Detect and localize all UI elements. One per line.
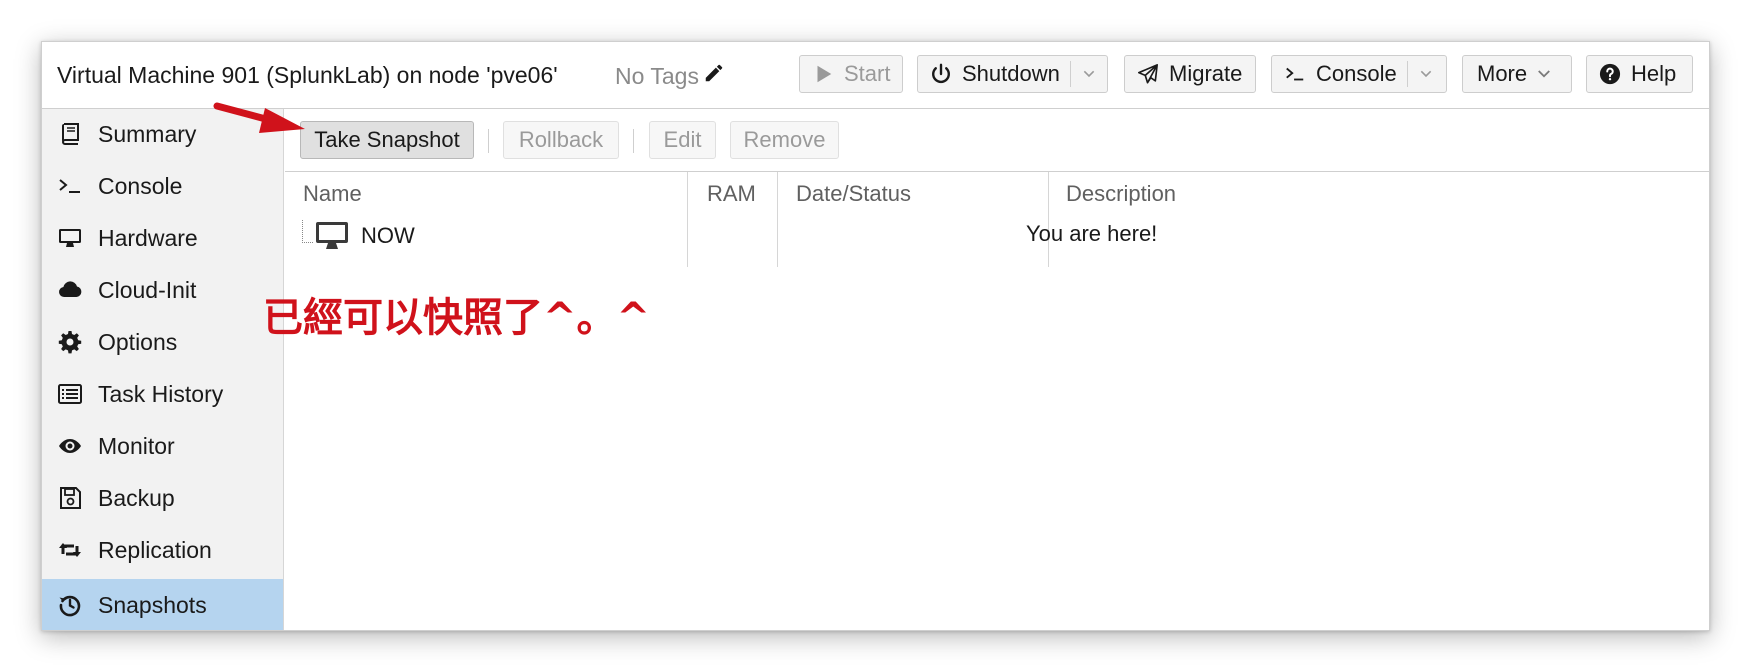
paper-plane-icon — [1137, 63, 1159, 85]
snapshot-description: You are here! — [1026, 221, 1158, 246]
pencil-icon[interactable] — [703, 62, 725, 90]
chevron-down-icon[interactable] — [1069, 61, 1107, 87]
retweet-icon — [58, 538, 82, 562]
sidebar-item-hardware[interactable]: Hardware — [42, 216, 283, 260]
more-button[interactable]: More — [1462, 55, 1572, 93]
help-button[interactable]: Help — [1586, 55, 1693, 93]
tags-area[interactable]: No Tags — [615, 62, 725, 90]
question-circle-icon — [1599, 63, 1621, 85]
console-button[interactable]: Console — [1271, 55, 1447, 93]
sidebar-item-backup[interactable]: Backup — [42, 476, 283, 520]
tags-label: No Tags — [615, 62, 699, 89]
column-header-name[interactable]: Name — [303, 172, 362, 216]
column-divider — [687, 172, 688, 267]
migrate-button[interactable]: Migrate — [1124, 55, 1256, 93]
column-header-description[interactable]: Description — [1066, 172, 1176, 216]
snapshot-toolbar: Take Snapshot Rollback Edit Remove — [285, 109, 1709, 172]
list-icon — [58, 382, 82, 406]
cloud-icon — [58, 278, 82, 302]
toolbar-separator — [633, 129, 634, 153]
shutdown-button[interactable]: Shutdown — [917, 55, 1108, 93]
chevron-down-icon — [1535, 65, 1553, 83]
book-icon — [58, 122, 82, 146]
sidebar-item-task-history[interactable]: Task History — [42, 372, 283, 416]
history-icon — [58, 593, 82, 617]
start-button[interactable]: Start — [799, 55, 903, 93]
column-divider — [1048, 172, 1049, 267]
column-divider — [777, 172, 778, 267]
column-header-date-status[interactable]: Date/Status — [796, 172, 911, 216]
power-icon — [930, 63, 952, 85]
sidebar-item-console[interactable]: Console — [42, 164, 283, 208]
edit-button[interactable]: Edit — [649, 121, 716, 159]
column-header-ram[interactable]: RAM — [707, 172, 756, 216]
snapshot-name: NOW — [361, 223, 415, 248]
sidebar-item-cloud-init[interactable]: Cloud-Init — [42, 268, 283, 312]
sidebar-item-monitor[interactable]: Monitor — [42, 424, 283, 468]
floppy-icon — [58, 486, 82, 510]
sidebar-item-options[interactable]: Options — [42, 320, 283, 364]
tree-connector — [302, 219, 313, 243]
vm-title: Virtual Machine 901 (SplunkLab) on node … — [57, 62, 558, 88]
sidebar-item-snapshots[interactable]: Snapshots — [42, 579, 283, 630]
terminal-icon — [1284, 63, 1306, 85]
annotation-text: 已經可以快照了^。^ — [263, 295, 651, 341]
eye-icon — [58, 434, 82, 458]
chevron-down-icon[interactable] — [1406, 61, 1444, 87]
desktop-icon — [58, 226, 82, 250]
table-row[interactable]: NOW — [302, 214, 415, 258]
desktop-icon — [315, 221, 349, 251]
snapshots-panel: Take Snapshot Rollback Edit Remove Name … — [285, 109, 1709, 630]
sidebar-item-replication[interactable]: Replication — [42, 528, 283, 572]
remove-button[interactable]: Remove — [730, 121, 839, 159]
rollback-button[interactable]: Rollback — [503, 121, 619, 159]
play-icon — [812, 63, 834, 85]
gear-icon — [58, 330, 82, 354]
take-snapshot-button[interactable]: Take Snapshot — [300, 121, 474, 159]
sidebar-nav: Summary Console Hardware Cloud-Init Opti… — [42, 109, 284, 630]
terminal-icon — [58, 174, 82, 198]
toolbar-separator — [488, 129, 489, 153]
red-arrow-annotation — [213, 102, 305, 133]
